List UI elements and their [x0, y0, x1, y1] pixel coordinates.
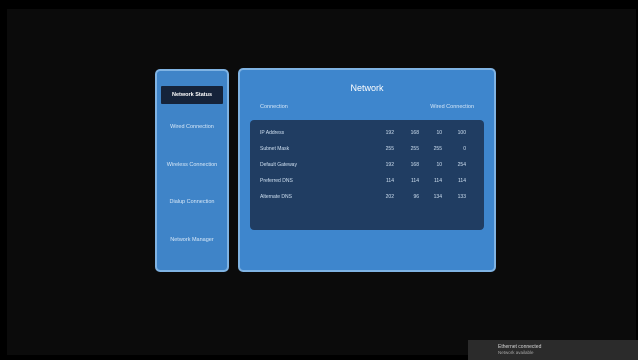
ip-octet: 114: [434, 178, 442, 184]
table-row: Alternate DNS 202 96 134 133: [260, 194, 474, 203]
ip-octet: 114: [411, 178, 419, 184]
connection-type-value[interactable]: Wired Connection: [430, 104, 474, 110]
ip-octet: 192: [385, 130, 394, 136]
ip-octet: 255: [433, 146, 442, 152]
table-row: Default Gateway 192 168 10 254: [260, 162, 474, 171]
ip-octet: 168: [410, 162, 419, 168]
ip-octet: 168: [410, 130, 419, 136]
table-row: IP Address 192 168 10 100: [260, 130, 474, 139]
sidebar-item-dialup-connection[interactable]: Dialup Connection: [161, 199, 223, 206]
ip-octet: 114: [458, 178, 466, 184]
row-label: Preferred DNS: [260, 178, 293, 184]
sidebar-item-network-manager[interactable]: Network Manager: [161, 237, 223, 244]
ip-octet: 255: [410, 146, 419, 152]
ip-octet: 192: [385, 162, 394, 168]
ip-octet: 114: [386, 178, 394, 184]
ip-octet: 255: [385, 146, 394, 152]
ip-octet: 133: [457, 194, 466, 200]
connection-status-bar: Ethernet connected Network available: [468, 340, 638, 360]
network-info-table: IP Address 192 168 10 100 Subnet Mask 25…: [250, 120, 484, 230]
ip-octet: 0: [463, 146, 466, 152]
network-panel: Network Connection Wired Connection IP A…: [238, 68, 496, 272]
table-row: Subnet Mask 255 255 255 0: [260, 146, 474, 155]
sidebar-item-network-status[interactable]: Network Status: [161, 86, 223, 104]
connection-header: Connection: [260, 104, 288, 110]
ip-octet: 10: [436, 162, 442, 168]
ip-octet: 10: [436, 130, 442, 136]
ip-octet: 254: [457, 162, 466, 168]
ip-octet: 134: [433, 194, 442, 200]
row-label: Subnet Mask: [260, 146, 290, 152]
sidebar-item-wired-connection[interactable]: Wired Connection: [161, 124, 223, 131]
row-label: IP Address: [260, 130, 285, 136]
sidebar-item-wireless-connection[interactable]: Wireless Connection: [161, 162, 223, 169]
table-row: Preferred DNS 114 114 114 114: [260, 178, 474, 187]
ip-octet: 96: [413, 194, 419, 200]
panel-title: Network: [350, 83, 384, 93]
status-subtext: Network available: [498, 350, 534, 355]
row-label: Default Gateway: [260, 162, 297, 168]
row-label: Alternate DNS: [260, 194, 292, 200]
ip-octet: 202: [385, 194, 394, 200]
settings-sidebar: Network Status Wired Connection Wireless…: [155, 69, 229, 272]
ip-octet: 100: [457, 130, 466, 136]
